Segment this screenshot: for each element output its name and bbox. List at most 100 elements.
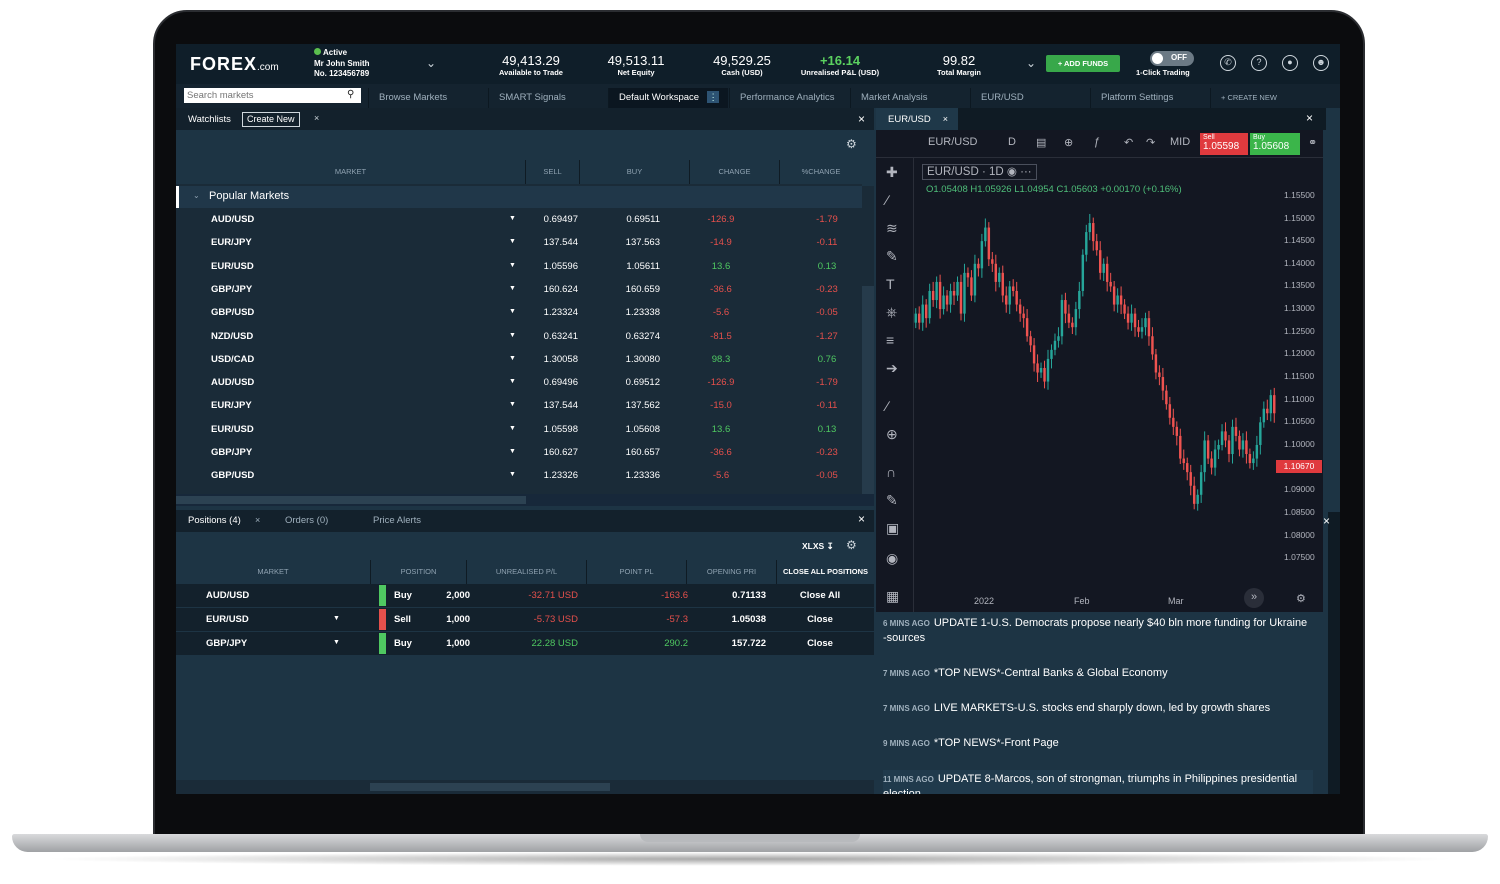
phone-icon[interactable]: ✆ [1220, 55, 1236, 71]
scrollbar-thumb[interactable] [370, 783, 610, 791]
news-item[interactable]: 11 MINS AGO UPDATE 8-Marcos, son of stron… [883, 770, 1313, 794]
watchlist-title[interactable]: Watchlists [188, 114, 231, 125]
watchlist-row[interactable]: EUR/USD 1.05598 1.05608 13.6 0.13 ▼ [176, 418, 862, 441]
interval-selector[interactable]: D [1008, 136, 1016, 148]
pitchfork-icon[interactable]: ≋ [886, 220, 898, 237]
pattern-icon[interactable]: ⎈ [886, 304, 897, 321]
news-item[interactable]: 7 MINS AGO LIVE MARKETS-U.S. stocks end s… [883, 701, 1313, 716]
row-dropdown-icon[interactable]: ▼ [509, 471, 516, 478]
eye-icon[interactable]: ◉ [1007, 166, 1017, 178]
forex-logo[interactable]: FOREX.com [190, 54, 279, 75]
close-position-button[interactable]: Close All [780, 590, 860, 601]
tab-smart-signals[interactable]: SMART Signals [488, 88, 606, 108]
link-icon[interactable]: ⚭ [1308, 136, 1317, 149]
news-close-icon[interactable]: × [1323, 514, 1330, 528]
account-info[interactable]: Active Mr John Smith No. 123456789 [314, 48, 370, 80]
row-dropdown-icon[interactable]: ▼ [509, 425, 516, 432]
group-popular-markets[interactable]: ⌄ Popular Markets [176, 186, 862, 208]
close-all-positions-button[interactable]: CLOSE ALL POSITIONS [777, 560, 874, 584]
row-dropdown-icon[interactable]: ▼ [509, 332, 516, 339]
export-xlsx-button[interactable]: XLXS ↧ [802, 541, 834, 552]
news-item[interactable]: 9 MINS AGO *TOP NEWS*-Front Page [883, 736, 1313, 751]
redo-icon[interactable]: ↷ [1146, 136, 1155, 149]
fx-icon[interactable]: ƒ [1094, 136, 1100, 148]
row-dropdown-icon[interactable]: ▼ [509, 238, 516, 245]
chart-legend[interactable]: EUR/USD · 1D ◉ ··· [922, 164, 1037, 180]
candle-type-icon[interactable]: ▤ [1036, 136, 1046, 149]
watchlist-row[interactable]: GBP/JPY 160.627 160.657 -36.6 -0.23 ▼ [176, 441, 862, 464]
text-tool-icon[interactable]: T [886, 276, 895, 292]
watchlist-row[interactable]: GBP/JPY 160.624 160.659 -36.6 -0.23 ▼ [176, 278, 862, 301]
positions-settings-gear-icon[interactable]: ⚙ [846, 538, 857, 552]
tab-platform-settings[interactable]: Platform Settings [1090, 88, 1210, 108]
fib-icon[interactable]: ≡ [886, 332, 894, 348]
chart-tab[interactable]: EUR/USD × [876, 108, 958, 130]
search-markets-input[interactable] [184, 88, 361, 103]
trash-icon[interactable]: ▦ [886, 588, 899, 605]
trendline-icon[interactable]: ∕ [886, 192, 888, 208]
row-dropdown-icon[interactable]: ▼ [509, 401, 516, 408]
positions-panel-close-icon[interactable]: × [858, 512, 865, 526]
watchlist-row[interactable]: AUD/USD 0.69497 0.69511 -126.9 -1.79 ▼ [176, 208, 862, 231]
create-new-watchlist-button[interactable]: Create New [242, 112, 300, 127]
row-dropdown-icon[interactable]: ▼ [509, 308, 516, 315]
watchlist-row[interactable]: EUR/JPY 137.544 137.563 -14.9 -0.11 ▼ [176, 231, 862, 254]
watchlist-row[interactable]: NZD/USD 0.63241 0.63274 -81.5 -1.27 ▼ [176, 325, 862, 348]
crosshair-icon[interactable]: ✚ [886, 164, 898, 181]
symbol-search[interactable]: EUR/USD [928, 136, 978, 148]
row-dropdown-icon[interactable]: ▼ [333, 615, 340, 622]
pcolumn-opening-price[interactable]: OPENING PRI [687, 560, 777, 584]
row-dropdown-icon[interactable]: ▼ [509, 448, 516, 455]
watchlist-panel-close-icon[interactable]: × [858, 112, 865, 126]
tab-browse-markets[interactable]: Browse Markets [368, 88, 488, 108]
zoom-in-icon[interactable]: ⊕ [886, 426, 898, 443]
chart-settings-gear-icon[interactable]: ⚙ [1296, 592, 1306, 605]
pcolumn-position[interactable]: POSITION [371, 560, 467, 584]
watchlist-tab-close-icon[interactable]: × [314, 113, 319, 123]
candlestick-chart[interactable] [914, 170, 1276, 590]
help-icon[interactable]: ? [1251, 55, 1267, 71]
scroll-to-realtime-icon[interactable]: » [1244, 588, 1264, 608]
tab-create-new[interactable]: + CREATE NEW [1210, 88, 1334, 108]
positions-tab-close-icon[interactable]: × [255, 515, 260, 525]
tab-eur-usd[interactable]: EUR/USD [970, 88, 1090, 108]
chart-buy-button[interactable]: Buy 1.05608 [1250, 133, 1300, 155]
search-icon[interactable]: ⚲ [347, 89, 354, 100]
lock-pencil-icon[interactable]: ✎ [886, 492, 898, 509]
row-dropdown-icon[interactable]: ▼ [509, 262, 516, 269]
magnet-icon[interactable]: ∩ [886, 464, 896, 480]
one-click-trading-toggle[interactable]: OFF [1150, 51, 1194, 66]
notification-bell-icon[interactable]: ● [1282, 55, 1298, 71]
tab-positions[interactable]: Positions (4) [188, 515, 241, 526]
watchlist-row[interactable]: AUD/USD 0.69496 0.69512 -126.9 -1.79 ▼ [176, 371, 862, 394]
user-profile-icon[interactable]: ☻ [1313, 55, 1329, 71]
watchlist-settings-gear-icon[interactable]: ⚙ [846, 137, 857, 151]
row-dropdown-icon[interactable]: ▼ [509, 285, 516, 292]
brush-icon[interactable]: ✎ [886, 248, 898, 265]
tab-price-alerts[interactable]: Price Alerts [373, 515, 421, 526]
ruler-icon[interactable]: ∕ [886, 398, 888, 414]
chart-sell-button[interactable]: Sell 1.05598 [1200, 133, 1248, 155]
pcolumn-unrealised-pl[interactable]: UNREALISED P/L [467, 560, 587, 584]
indicators-plus-icon[interactable]: ⊕ [1064, 136, 1073, 149]
column-pct-change[interactable]: %CHANGE [780, 160, 862, 184]
scrollbar-thumb[interactable] [176, 496, 526, 504]
column-buy[interactable]: BUY [580, 160, 690, 184]
undo-icon[interactable]: ↶ [1124, 136, 1133, 149]
positions-horizontal-scrollbar[interactable] [176, 780, 874, 794]
chart-tab-close-icon[interactable]: × [943, 114, 948, 124]
mid-price-toggle[interactable]: MID [1170, 136, 1190, 148]
watchlist-row[interactable]: EUR/JPY 137.544 137.562 -15.0 -0.11 ▼ [176, 394, 862, 417]
watchlist-row[interactable]: EUR/USD 1.05596 1.05611 13.6 0.13 ▼ [176, 255, 862, 278]
tab-default-workspace[interactable]: Default Workspace ⋮ [608, 88, 728, 108]
stats-chevron-down-icon[interactable]: ⌄ [1026, 56, 1036, 70]
position-row[interactable]: AUD/USD Buy 2,000 -32.71 USD -163.6 0.71133 Cl… [176, 584, 874, 607]
row-dropdown-icon[interactable]: ▼ [333, 639, 340, 646]
tab-performance-analytics[interactable]: Performance Analytics [729, 88, 849, 108]
scrollbar-thumb[interactable] [862, 286, 874, 494]
watchlist-row[interactable]: USD/CAD 1.30058 1.30080 98.3 0.76 ▼ [176, 348, 862, 371]
position-row[interactable]: GBP/JPY Buy 1,000 22.28 USD 290.2 157.722 Clos… [176, 632, 874, 655]
watchlist-row[interactable]: GBP/USD 1.23324 1.23338 -5.6 -0.05 ▼ [176, 301, 862, 324]
row-dropdown-icon[interactable]: ▼ [509, 355, 516, 362]
column-change[interactable]: CHANGE [690, 160, 780, 184]
